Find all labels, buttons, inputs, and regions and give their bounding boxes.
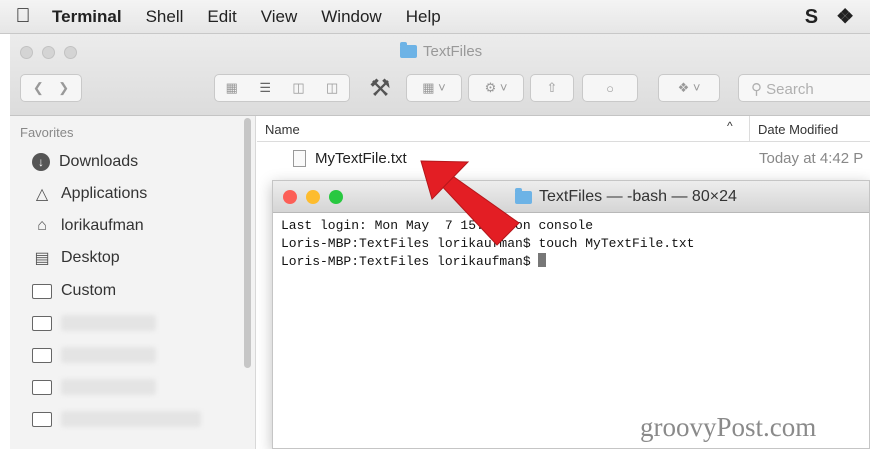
file-list-header: Name ^ Date Modified — [257, 116, 870, 142]
menu-view[interactable]: View — [249, 0, 310, 34]
dropbox-toolbar-button[interactable]: ❖ ˅ — [658, 74, 720, 102]
sidebar-item-downloads[interactable]: ↓ Downloads — [32, 148, 138, 176]
sidebar-item-applications[interactable]: △ Applications — [32, 180, 147, 208]
sidebar-item-hidden[interactable] — [32, 309, 156, 337]
tags-button[interactable]: ○ — [582, 74, 638, 102]
terminal-prompt: Loris-MBP:TextFiles lorikaufman$ — [281, 254, 539, 269]
terminal-app-icon[interactable]: ⚒ — [360, 74, 400, 102]
menu-bar:  Terminal Shell Edit View Window Help S… — [0, 0, 870, 34]
file-date: Today at 4:42 P — [759, 150, 864, 167]
column-name[interactable]: Name — [265, 122, 300, 137]
search-placeholder: Search — [766, 81, 814, 98]
finder-close-button[interactable] — [20, 46, 33, 59]
finder-minimize-button[interactable] — [42, 46, 55, 59]
folder-icon — [515, 187, 532, 204]
home-icon: ⌂ — [37, 217, 47, 234]
terminal-line-prompt: Loris-MBP:TextFiles lorikaufman$ — [281, 253, 861, 271]
terminal-titlebar[interactable]: TextFiles — -bash — 80×24 — [273, 181, 869, 213]
terminal-title: TextFiles — -bash — 80×24 — [515, 187, 737, 206]
sidebar-item-hidden[interactable] — [32, 405, 201, 433]
file-row[interactable]: MyTextFile.txt Today at 4:42 P — [257, 142, 870, 176]
applications-icon: △ — [35, 186, 49, 203]
sidebar-item-custom[interactable]: Custom — [32, 277, 116, 305]
sidebar-item-label: Downloads — [59, 153, 139, 170]
sidebar-item-label: Custom — [61, 282, 117, 299]
folder-icon — [32, 379, 52, 395]
watermark: groovyPost.com — [640, 412, 817, 442]
file-name: MyTextFile.txt — [315, 150, 407, 167]
back-forward-buttons[interactable]: ❮ ❯ — [20, 74, 82, 102]
apple-menu-icon[interactable]:  — [0, 5, 46, 28]
folder-icon — [32, 283, 52, 299]
desktop-icon: ▤ — [34, 250, 50, 267]
sidebar-item-label: Desktop — [61, 249, 120, 266]
sort-caret-icon: ^ — [727, 119, 733, 133]
dropbox-icon[interactable]: ❖ — [836, 0, 854, 34]
finder-toolbar: TextFiles ❮ ❯ ▦ ☰ ◫ ◫ ⚒ ▦ ˅ ⚙ ˅ ⇧ ○ ❖ ˅ … — [10, 34, 870, 116]
terminal-output[interactable]: Last login: Mon May 7 15:5 on console Lo… — [273, 213, 869, 275]
list-view-icon[interactable]: ☰ — [259, 80, 271, 96]
menu-app-terminal[interactable]: Terminal — [46, 0, 134, 34]
sidebar-item-hidden[interactable] — [32, 341, 156, 369]
folder-icon — [32, 315, 52, 331]
column-view-icon[interactable]: ◫ — [292, 80, 304, 96]
icon-view-icon[interactable]: ▦ — [226, 80, 238, 96]
terminal-minimize-button[interactable] — [306, 190, 320, 204]
sidebar-item-home[interactable]: ⌂ lorikaufman — [32, 212, 144, 240]
terminal-cursor — [538, 253, 547, 267]
text-file-icon — [293, 150, 306, 167]
menu-window[interactable]: Window — [309, 0, 393, 34]
menu-edit[interactable]: Edit — [195, 0, 248, 34]
terminal-zoom-button[interactable] — [329, 190, 343, 204]
sidebar-item-label: lorikaufman — [61, 217, 144, 234]
blurred-label — [61, 411, 201, 427]
finder-window-controls — [20, 46, 77, 59]
column-date-modified[interactable]: Date Modified — [749, 116, 846, 142]
view-mode-group[interactable]: ▦ ☰ ◫ ◫ — [214, 74, 350, 102]
action-gear-button[interactable]: ⚙ ˅ — [468, 74, 524, 102]
sidebar-item-hidden[interactable] — [32, 373, 156, 401]
folder-icon — [32, 347, 52, 363]
share-button[interactable]: ⇧ — [530, 74, 574, 102]
folder-icon — [32, 411, 52, 427]
sync-icon[interactable]: S — [805, 0, 818, 34]
sidebar-item-label: Applications — [61, 185, 148, 202]
finder-sidebar: Favorites ↓ Downloads △ Applications ⌂ l… — [10, 116, 256, 449]
arrange-button[interactable]: ▦ ˅ — [406, 74, 462, 102]
finder-zoom-button[interactable] — [64, 46, 77, 59]
terminal-line: Last login: Mon May 7 15:5 on console — [281, 218, 594, 233]
search-input[interactable]: ⚲ Search — [738, 74, 870, 102]
terminal-title-text: TextFiles — -bash — 80×24 — [539, 188, 737, 205]
menu-shell[interactable]: Shell — [134, 0, 196, 34]
finder-title-text: TextFiles — [423, 43, 483, 60]
gallery-view-icon[interactable]: ◫ — [326, 80, 338, 96]
finder-title: TextFiles — [400, 42, 483, 60]
terminal-line: Loris-MBP:TextFiles lorikaufman$ touch M… — [281, 236, 695, 251]
folder-icon — [400, 42, 417, 58]
menu-help[interactable]: Help — [394, 0, 453, 34]
favorites-heading: Favorites — [20, 125, 74, 140]
terminal-window[interactable]: TextFiles — -bash — 80×24 Last login: Mo… — [272, 180, 870, 449]
terminal-close-button[interactable] — [283, 190, 297, 204]
blurred-label — [61, 315, 156, 331]
blurred-label — [61, 379, 156, 395]
blurred-label — [61, 347, 156, 363]
downloads-icon: ↓ — [32, 153, 50, 171]
sidebar-item-desktop[interactable]: ▤ Desktop — [32, 244, 120, 272]
sidebar-scrollbar[interactable] — [244, 118, 251, 368]
